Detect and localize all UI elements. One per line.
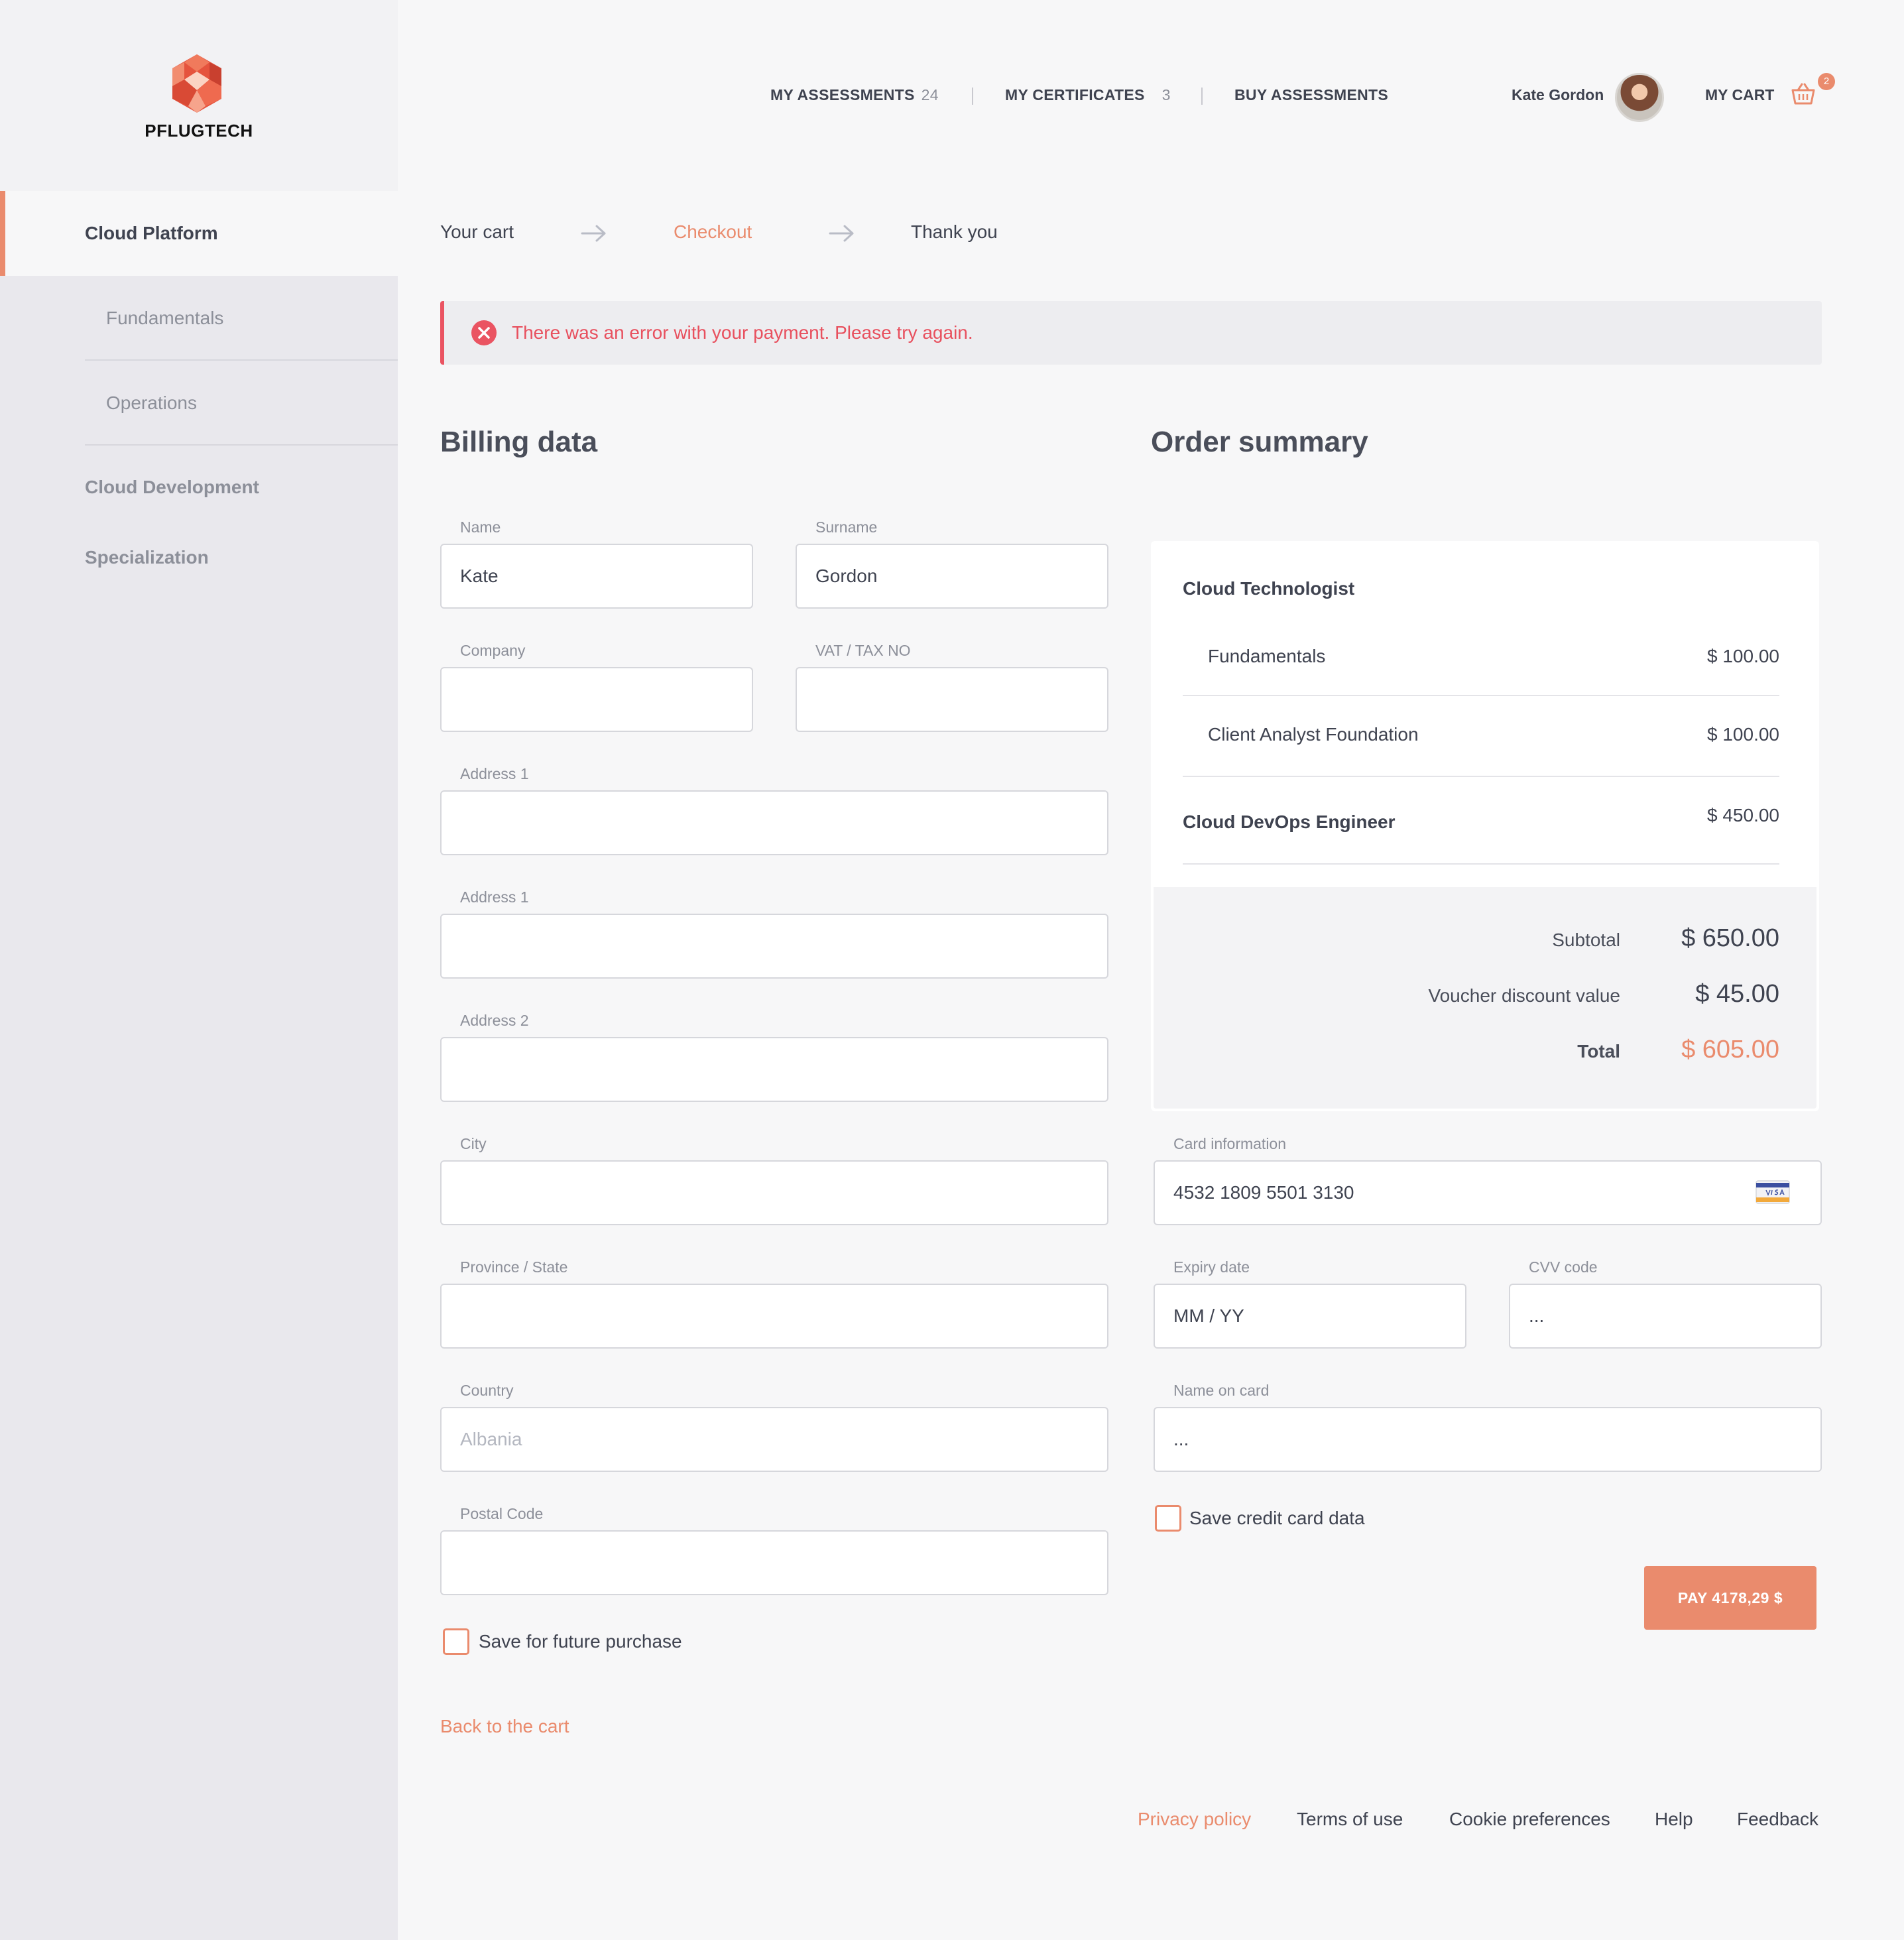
nav-label: BUY ASSESSMENTS	[1234, 86, 1388, 103]
sidebar-item-operations[interactable]: Operations	[0, 361, 398, 446]
address2-input[interactable]	[440, 1037, 1108, 1102]
nav-count: 24	[921, 86, 939, 103]
basket-icon[interactable]	[1790, 82, 1816, 106]
footer-feedback-link[interactable]: Feedback	[1737, 1809, 1818, 1830]
sidebar: PFLUGTECH Cloud Platform Fundamentals Op…	[0, 0, 398, 1940]
nav-separator	[1201, 88, 1203, 105]
footer-help-link[interactable]: Help	[1655, 1809, 1693, 1830]
footer-terms-link[interactable]: Terms of use	[1297, 1809, 1403, 1830]
save-card-checkbox[interactable]	[1155, 1505, 1181, 1532]
brand-name: PFLUGTECH	[145, 121, 253, 141]
province-input[interactable]	[440, 1284, 1108, 1349]
address1-input[interactable]	[440, 790, 1108, 855]
order-group-name: Cloud DevOps Engineer	[1183, 812, 1396, 832]
cart-count-badge: 2	[1818, 73, 1835, 90]
logo-icon	[172, 54, 221, 113]
back-to-cart-link[interactable]: Back to the cart	[440, 1716, 569, 1737]
total-label: Total	[1577, 1041, 1620, 1061]
sidebar-item-label: Cloud Development	[85, 477, 259, 497]
nav-separator	[972, 88, 973, 105]
order-item-name: Fundamentals	[1208, 646, 1326, 666]
order-item-price: $ 100.00	[1707, 646, 1779, 666]
postal-input[interactable]	[440, 1530, 1108, 1595]
sidebar-item-cloud-development[interactable]: Cloud Development	[0, 457, 398, 517]
voucher-value: $ 45.00	[1695, 980, 1779, 1008]
company-label: Company	[460, 642, 526, 659]
nav-label: MY CERTIFICATES	[1005, 86, 1145, 103]
subtotal-value: $ 650.00	[1681, 924, 1779, 952]
visa-card-icon	[1755, 1180, 1790, 1204]
address1-label: Address 1	[460, 765, 529, 782]
divider	[85, 444, 398, 446]
order-item-name: Client Analyst Foundation	[1208, 724, 1419, 745]
order-summary-title: Order summary	[1151, 426, 1368, 458]
nav-count: 3	[1161, 86, 1171, 103]
cvv-input[interactable]	[1509, 1284, 1822, 1349]
address2-label: Address 2	[460, 1012, 529, 1029]
nav-buy-assessments[interactable]: BUY ASSESSMENTS	[1234, 86, 1388, 104]
card-info-label: Card information	[1173, 1135, 1287, 1152]
save-future-checkbox[interactable]	[443, 1628, 469, 1655]
billing-title: Billing data	[440, 426, 598, 458]
step-thank-you: Thank you	[911, 221, 998, 242]
surname-input[interactable]	[796, 544, 1108, 609]
sidebar-item-label: Operations	[106, 393, 197, 413]
user-name[interactable]: Kate Gordon	[1512, 86, 1604, 104]
surname-label: Surname	[815, 518, 878, 536]
active-indicator	[0, 191, 5, 276]
sidebar-item-label: Cloud Platform	[85, 223, 218, 243]
voucher-label: Voucher discount value	[1428, 985, 1620, 1006]
footer-cookie-link[interactable]: Cookie preferences	[1449, 1809, 1610, 1830]
card-number-input[interactable]	[1154, 1160, 1822, 1225]
divider	[1183, 776, 1779, 777]
name-label: Name	[460, 518, 501, 536]
divider	[1183, 695, 1779, 696]
avatar[interactable]	[1615, 73, 1664, 122]
country-label: Country	[460, 1382, 514, 1399]
save-card-label: Save credit card data	[1189, 1508, 1365, 1528]
address1-second-input[interactable]	[440, 914, 1108, 979]
vat-label: VAT / TAX NO	[815, 642, 911, 659]
error-icon	[471, 320, 497, 345]
country-select[interactable]	[440, 1407, 1108, 1472]
order-group-price: $ 450.00	[1707, 805, 1779, 825]
error-message: There was an error with your payment. Pl…	[512, 322, 973, 343]
pay-button[interactable]: PAY 4178,29 $	[1644, 1566, 1816, 1630]
arrow-right-icon	[829, 225, 854, 242]
subtotal-label: Subtotal	[1552, 930, 1620, 950]
step-checkout[interactable]: Checkout	[674, 221, 752, 243]
order-item-price: $ 100.00	[1707, 724, 1779, 745]
expiry-input[interactable]	[1154, 1284, 1466, 1349]
order-group-name: Cloud Technologist	[1183, 578, 1355, 599]
save-future-label: Save for future purchase	[479, 1631, 682, 1652]
city-input[interactable]	[440, 1160, 1108, 1225]
name-input[interactable]	[440, 544, 753, 609]
nav-my-certificates[interactable]: MY CERTIFICATES 3	[1005, 86, 1171, 104]
step-your-cart[interactable]: Your cart	[440, 221, 514, 243]
sidebar-item-specialization[interactable]: Specialization	[0, 528, 398, 587]
sidebar-item-label: Fundamentals	[106, 308, 224, 328]
sidebar-item-cloud-platform[interactable]: Cloud Platform	[0, 191, 398, 276]
cvv-label: CVV code	[1529, 1258, 1598, 1276]
divider	[1183, 863, 1779, 865]
city-label: City	[460, 1135, 487, 1152]
address1-second-label: Address 1	[460, 888, 529, 906]
vat-input[interactable]	[796, 667, 1108, 732]
postal-label: Postal Code	[460, 1505, 544, 1522]
footer-privacy-link[interactable]: Privacy policy	[1138, 1809, 1251, 1830]
total-value: $ 605.00	[1681, 1036, 1779, 1063]
expiry-label: Expiry date	[1173, 1258, 1250, 1276]
sidebar-item-fundamentals[interactable]: Fundamentals	[0, 276, 398, 361]
name-on-card-label: Name on card	[1173, 1382, 1270, 1399]
province-label: Province / State	[460, 1258, 568, 1276]
cart-link[interactable]: MY CART	[1705, 86, 1774, 104]
nav-label: MY ASSESSMENTS	[770, 86, 915, 103]
arrow-right-icon	[581, 225, 606, 242]
name-on-card-input[interactable]	[1154, 1407, 1822, 1472]
nav-my-assessments[interactable]: MY ASSESSMENTS 24	[770, 86, 939, 104]
company-input[interactable]	[440, 667, 753, 732]
error-alert: There was an error with your payment. Pl…	[440, 301, 1822, 365]
sidebar-item-label: Specialization	[85, 547, 209, 568]
logo-area: PFLUGTECH	[0, 0, 398, 191]
